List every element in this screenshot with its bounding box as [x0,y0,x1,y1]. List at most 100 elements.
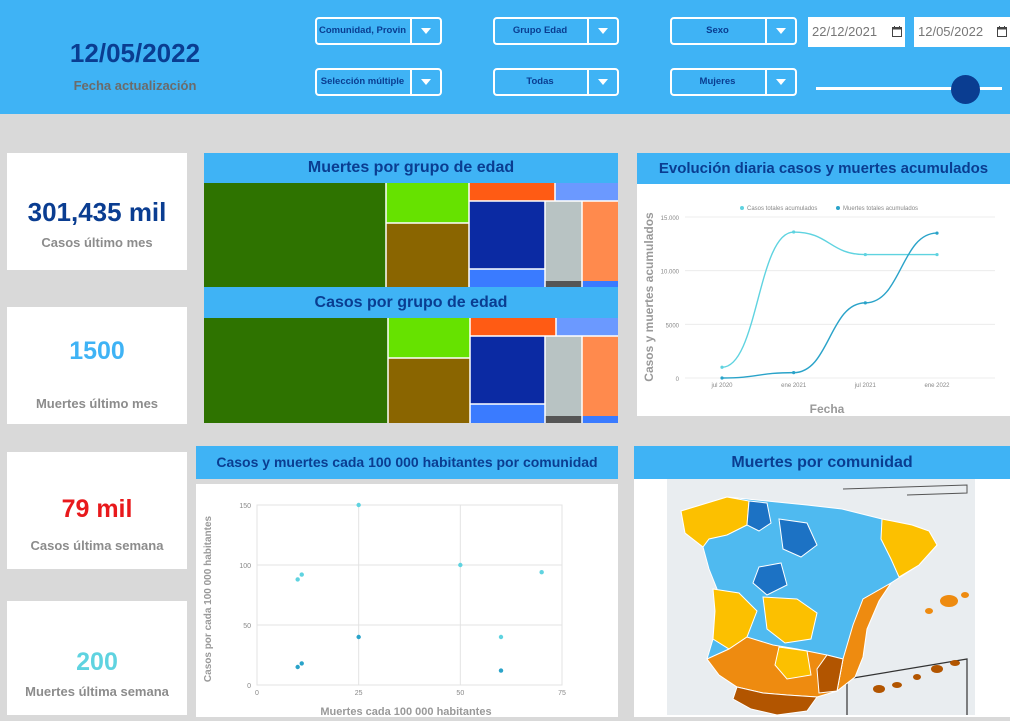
chevron-down-icon[interactable] [587,70,617,94]
series-point [720,365,724,369]
scatter-chart: 0 25 50 75 0 50 100 150 Muertes cada 100 000 hab… [203,502,566,717]
update-date-label: Fecha actualización [73,78,197,93]
kpi-label: Casos último mes [41,235,153,250]
chevron-down-icon[interactable] [410,70,440,94]
update-date-value: 12/05/2022 [69,38,201,68]
treemap-cell[interactable] [545,416,582,423]
treemap-cell[interactable] [545,336,582,416]
chevron-down-icon[interactable] [587,19,617,43]
series-point [792,230,796,234]
scatter-point[interactable] [458,562,463,568]
treemap-deaths-title: Muertes por grupo de edad [204,153,618,183]
series-point [863,301,867,305]
treemap-cell[interactable] [469,201,545,269]
chevron-down-icon[interactable] [410,19,440,43]
kpi-label: Muertes última semana [25,684,169,699]
x-axis-label: Fecha [810,402,845,416]
line-chart-title: Evolución diaria casos y muertes acumula… [637,153,1010,184]
scatter-point[interactable] [299,661,304,666]
treemap-cell[interactable] [386,183,469,223]
scatter-point[interactable] [539,570,544,575]
treemap-cell[interactable] [470,336,545,404]
treemap-cell[interactable] [469,269,545,287]
treemap-cases [204,318,618,423]
age-group-filter-label: Grupo Edad [512,25,568,36]
scatter-point[interactable] [295,577,300,582]
line-chart: 0 5000 10.000 15.000 jul 2020 ene 2021 jul 202… [642,206,995,416]
treemap-cell[interactable] [555,183,618,201]
date-to-value: 12/05/2022 [918,24,984,39]
treemap-cell[interactable] [556,318,618,336]
series-point [935,252,939,257]
series-point [720,376,724,380]
x-tick-label: 25 [355,690,363,697]
series-point [792,371,796,375]
y-axis-label: Casos y muertes acumulados [642,212,656,382]
scatter-chart-title: Casos y muertes cada 100 000 habitantes … [196,446,618,479]
treemap-cell[interactable] [470,318,556,336]
x-axis-label: Muertes cada 100 000 habitantes [320,706,491,717]
age-group-filter-dropdown[interactable]: Grupo Edad [493,17,619,45]
y-axis-label: Casos por cada 100 000 habitantes [203,515,214,682]
calendar-icon[interactable] [997,26,1007,37]
scatter-point[interactable] [299,572,304,577]
scatter-point[interactable] [498,634,504,640]
x-tick-label: 50 [456,690,464,697]
scatter-point[interactable] [295,664,300,670]
y-tick-label: 5000 [666,323,680,329]
region-filter-label: Comunidad, Provincia [319,25,406,36]
sex-select-value: Mujeres [699,76,736,87]
region-select-dropdown[interactable]: Selección múltiple [315,68,442,96]
series-point [935,231,939,235]
legend-marker [836,206,840,210]
kpi-card-cases-week: 79 mil Casos última semana [7,452,187,569]
treemap-cell[interactable] [582,201,618,281]
treemap-cell[interactable] [470,404,545,423]
kpi-card-cases-month: 301,435 mil Casos último mes [7,153,187,270]
map-title: Muertes por comunidad [634,446,1010,479]
date-range-slider-handle[interactable] [950,75,980,104]
treemap-cell[interactable] [582,416,618,423]
date-to-input[interactable]: 12/05/2022 [914,17,1010,47]
scatter-point[interactable] [498,668,504,673]
treemap-cell[interactable] [388,358,470,423]
sex-filter-dropdown[interactable]: Sexo [670,17,797,45]
kpi-value: 200 [76,648,118,676]
legend-marker [740,206,744,210]
kpi-label: Muertes último mes [35,396,159,411]
sex-select-dropdown[interactable]: Mujeres [670,68,797,96]
treemap-cell[interactable] [204,183,386,287]
kpi-card-deaths-week: 200 Muertes última semana [7,601,187,715]
legend-entry: Casos totales acumulados [747,206,817,212]
age-group-select-value: Todas [526,76,554,87]
treemap-cell[interactable] [204,318,388,423]
series-point [863,252,867,257]
date-from-input[interactable]: 22/12/2021 [808,17,905,47]
chevron-down-icon[interactable] [765,70,795,94]
kpi-card-deaths-month: 1500 Muertes último mes [7,307,187,424]
region-select-value: Selección múltiple [320,76,405,87]
y-tick-label: 0 [247,683,251,690]
treemap-cases-title: Casos por grupo de edad [204,287,618,318]
chevron-down-icon[interactable] [765,19,795,43]
scatter-point[interactable] [356,502,361,508]
spain-deaths-map [667,479,975,715]
treemap-cell[interactable] [469,183,555,201]
x-tick-label: jul 2021 [854,383,877,389]
y-tick-label: 0 [676,377,680,383]
treemap-cell[interactable] [388,318,470,358]
x-tick-label: ene 2022 [924,383,950,389]
scatter-point[interactable] [356,634,361,640]
kpi-value: 301,435 mil [27,197,167,227]
x-tick-label: ene 2021 [781,383,807,389]
kpi-value: 79 mil [61,495,133,523]
plot-frame [256,504,563,686]
region-filter-dropdown[interactable]: Comunidad, Provincia [315,17,442,45]
y-tick-label: 50 [243,623,251,630]
age-group-select-dropdown[interactable]: Todas [493,68,619,96]
treemap-cell[interactable] [545,201,582,281]
treemap-cell[interactable] [386,223,469,287]
calendar-icon[interactable] [892,26,902,37]
treemap-cell[interactable] [582,336,618,416]
treemap-deaths [204,183,618,287]
